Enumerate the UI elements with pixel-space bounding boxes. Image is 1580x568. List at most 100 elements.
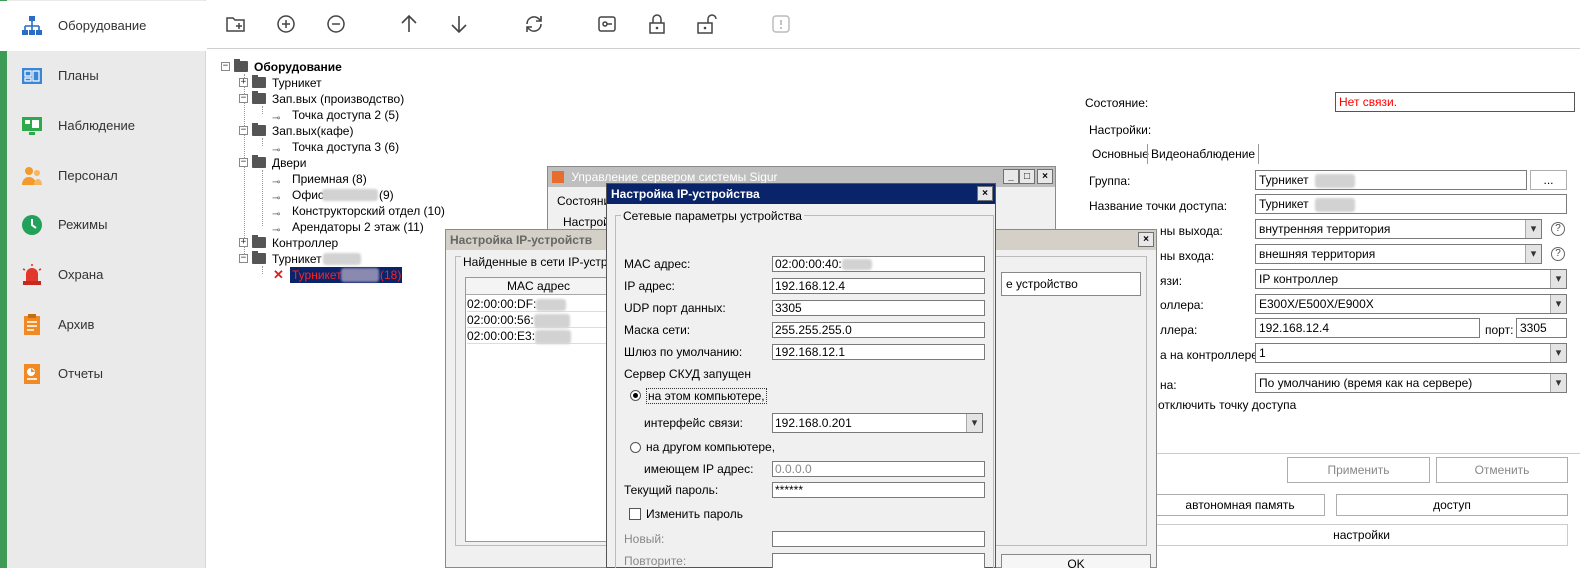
entry-zone-select[interactable]: внешняя территория [1255, 244, 1542, 264]
this-computer-label[interactable]: на этом компьютере, [646, 388, 767, 404]
group-value: Турникет [1259, 173, 1309, 187]
ok-button[interactable]: OK [1001, 554, 1151, 568]
column-header-mac[interactable]: MAC адрес [466, 278, 611, 295]
collapse-icon[interactable]: − [239, 126, 248, 135]
maximize-icon[interactable]: □ [1019, 169, 1035, 184]
this-computer-radio[interactable] [630, 390, 641, 401]
group-field[interactable]: Турникет [1255, 170, 1527, 190]
window-title: Управление сервером системы Sigur [571, 170, 778, 184]
device-action-button[interactable]: е устройство [1001, 272, 1141, 296]
folder-icon [252, 251, 266, 264]
lock-open-button[interactable] [694, 12, 718, 36]
key-card-button[interactable] [595, 12, 619, 36]
tree-node-label: Офис [292, 188, 324, 202]
help-icon[interactable]: ? [1551, 247, 1565, 261]
sidebar-item-modes[interactable]: Режимы [0, 200, 206, 250]
ip-field[interactable]: 192.168.12.4 [772, 278, 985, 294]
other-ip-label: имеющем IP адрес: [644, 462, 754, 476]
controller-ip-label: ллера: [1160, 323, 1198, 337]
timezone-select[interactable]: По умолчанию (время как на сервере) [1255, 373, 1567, 393]
settings-button[interactable]: настройки [1155, 524, 1568, 546]
netmask-field[interactable]: 255.255.255.0 [772, 322, 985, 338]
redacted-text [322, 189, 378, 201]
sidebar-item-security[interactable]: Охрана [0, 250, 206, 300]
redacted-text [841, 259, 872, 271]
table-row[interactable]: 02:00:00:E3: [467, 328, 609, 344]
sidebar-item-label: Персонал [58, 168, 118, 183]
tab-main[interactable]: Основные [1090, 147, 1151, 161]
sidebar-item-label: Режимы [58, 217, 108, 232]
interface-select[interactable]: 192.168.0.201 [772, 413, 983, 433]
alert-button[interactable] [769, 12, 793, 36]
sidebar: Оборудование Планы Наблюдение Персонал Р… [0, 0, 206, 568]
controller-ip-field[interactable]: 192.168.12.4 [1255, 318, 1480, 338]
controller-type-select[interactable]: E300X/E500X/E900X [1255, 294, 1567, 314]
folder-icon [252, 235, 266, 248]
add-folder-button[interactable] [224, 12, 248, 36]
udp-port-field[interactable]: 3305 [772, 300, 985, 316]
remove-button[interactable] [324, 12, 348, 36]
controller-num-select[interactable]: 1 [1255, 343, 1567, 363]
current-password-field[interactable]: ****** [772, 482, 985, 498]
close-icon[interactable]: × [1037, 169, 1053, 184]
sidebar-item-personnel[interactable]: Персонал [0, 151, 206, 201]
tree-node-label: Точка доступа 3 (6) [292, 140, 400, 154]
folder-icon [252, 123, 266, 136]
tree-node-label: Конструкторский отдел (10) [292, 204, 445, 218]
exit-zone-select[interactable]: внутренняя территория [1255, 219, 1542, 239]
tree-node-label: Зап.вых (производство) [272, 92, 405, 106]
apply-button[interactable]: Применить [1287, 457, 1430, 483]
mac-field[interactable]: 02:00:00:40: [772, 256, 985, 272]
gateway-field[interactable]: 192.168.12.1 [772, 344, 985, 360]
autonomous-memory-button[interactable]: автономная память [1155, 494, 1325, 516]
add-button[interactable] [274, 12, 298, 36]
tree-node-label: Точка доступа 2 (5) [292, 108, 400, 122]
mac-label: MAC адрес: [624, 257, 691, 271]
expand-icon[interactable]: + [239, 78, 248, 87]
tab-video[interactable]: Видеонаблюдение [1147, 144, 1260, 164]
table-row[interactable]: 02:00:00:56: [467, 312, 609, 328]
disable-point-label[interactable]: отключить точку доступа [1158, 398, 1296, 412]
expand-icon[interactable]: + [239, 238, 248, 247]
network-params-group: Сетевые параметры устройства MAC адрес: … [615, 209, 994, 568]
sidebar-item-archive[interactable]: Архив [0, 300, 206, 350]
group-label: Сетевые параметры устройства [621, 209, 804, 223]
repeat-password-field[interactable] [772, 553, 985, 568]
unlock-button[interactable] [645, 12, 669, 36]
move-down-button[interactable] [447, 12, 471, 36]
other-computer-label[interactable]: на другом компьютере, [646, 440, 775, 454]
sidebar-item-equipment[interactable]: Оборудование [0, 1, 206, 51]
redacted-text [323, 253, 361, 265]
access-button[interactable]: доступ [1336, 494, 1568, 516]
sidebar-item-monitoring[interactable]: Наблюдение [0, 101, 206, 151]
devices-table: MAC адрес 02:00:00:DF: 02:00:00:56: 02:0… [465, 277, 611, 542]
other-ip-field[interactable]: 0.0.0.0 [772, 461, 985, 477]
move-up-button[interactable] [397, 12, 421, 36]
new-password-field[interactable] [772, 531, 985, 547]
close-icon[interactable]: × [977, 186, 993, 201]
collapse-icon[interactable]: − [239, 254, 248, 263]
close-icon[interactable]: × [1138, 232, 1154, 247]
collapse-icon[interactable]: − [221, 62, 230, 71]
sidebar-item-reports[interactable]: Отчеты [0, 349, 206, 399]
link-type-select[interactable]: IP контроллер [1255, 269, 1567, 289]
other-computer-radio[interactable] [630, 442, 641, 453]
clock-icon [22, 215, 42, 235]
help-icon[interactable]: ? [1551, 222, 1565, 236]
cancel-button[interactable]: Отменить [1436, 457, 1568, 483]
change-password-label[interactable]: Изменить пароль [646, 507, 743, 521]
minimize-icon[interactable]: _ [1003, 169, 1019, 184]
sidebar-item-label: Архив [58, 317, 95, 332]
sidebar-item-plans[interactable]: Планы [0, 51, 206, 101]
name-field[interactable]: Турникет [1255, 194, 1567, 214]
collapse-icon[interactable]: − [239, 158, 248, 167]
table-row[interactable]: 02:00:00:DF: [467, 296, 609, 312]
change-password-checkbox[interactable] [629, 508, 641, 520]
port-field[interactable]: 3305 [1516, 318, 1567, 338]
add-icon [277, 15, 295, 33]
repeat-password-label: Повторите: [624, 554, 687, 568]
browse-button[interactable]: ... [1530, 170, 1567, 190]
collapse-icon[interactable]: − [239, 94, 248, 103]
refresh-button[interactable] [522, 12, 546, 36]
monitor-icon [22, 117, 42, 135]
